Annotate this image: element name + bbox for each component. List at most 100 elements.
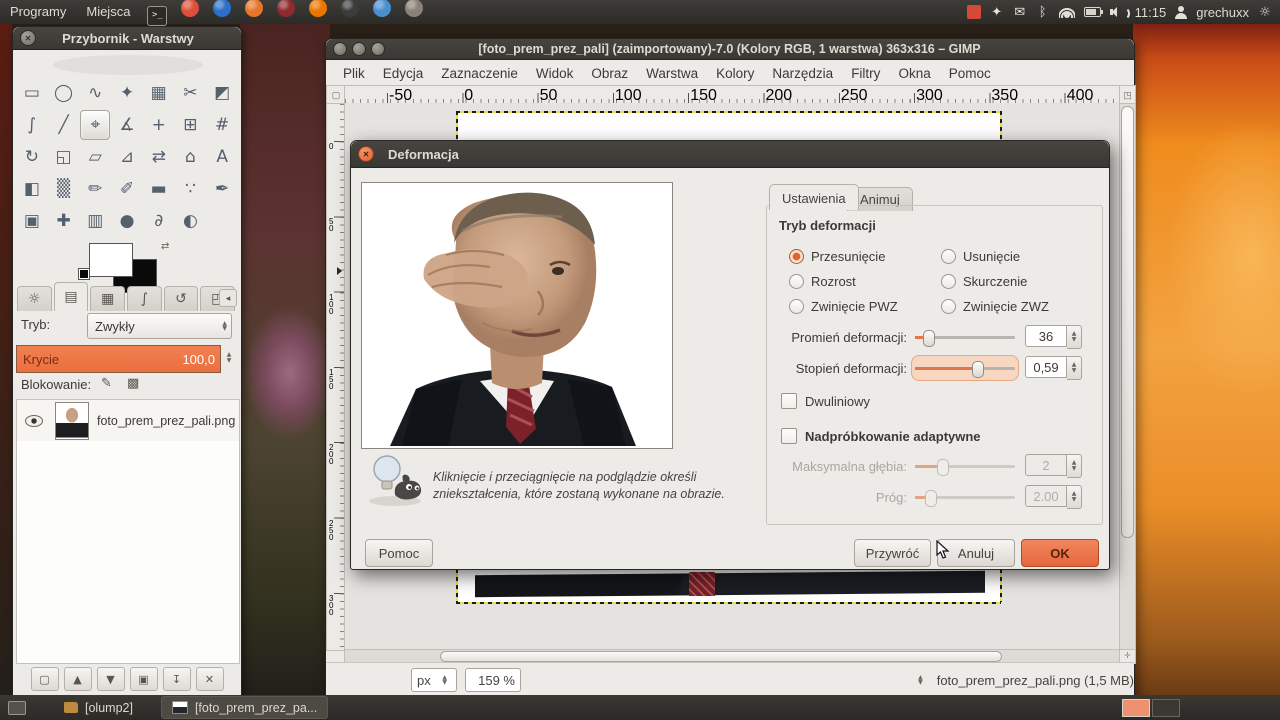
- scale-tool[interactable]: ◱: [49, 142, 79, 172]
- wifi-icon[interactable]: [1059, 7, 1075, 18]
- heal-tool[interactable]: ✚: [49, 206, 79, 236]
- close-icon[interactable]: ✕: [358, 146, 374, 162]
- bucket-fill-tool[interactable]: ◧: [17, 174, 47, 204]
- menubar-item[interactable]: Narzędzia: [763, 63, 842, 84]
- recording-indicator-icon[interactable]: [967, 5, 981, 19]
- layer-visibility-eye-icon[interactable]: [25, 415, 43, 427]
- maximize-icon[interactable]: [371, 42, 385, 56]
- fuzzy-select-tool[interactable]: ✦: [112, 78, 142, 108]
- slider-track[interactable]: [915, 359, 1015, 377]
- pencil-tool[interactable]: ✏: [80, 174, 110, 204]
- zoom-tool[interactable]: ⌖: [80, 110, 110, 140]
- anchor-layer-button[interactable]: ↧: [163, 667, 191, 691]
- menubar-item[interactable]: Widok: [527, 63, 583, 84]
- clone-tool[interactable]: ▣: [17, 206, 47, 236]
- username[interactable]: grechuxx: [1196, 5, 1249, 20]
- screen-recorder-icon[interactable]: [277, 0, 295, 17]
- radio-option[interactable]: Usunięcie: [941, 244, 1093, 269]
- flip-tool[interactable]: ⇄: [144, 142, 174, 172]
- ok-button[interactable]: OK: [1021, 539, 1099, 567]
- ruler-corner-button[interactable]: ▢: [326, 85, 346, 105]
- menu-miejsca[interactable]: Miejsca: [76, 4, 140, 19]
- tab-paths[interactable]: ∫: [127, 286, 162, 311]
- radio-option[interactable]: Przesunięcie: [789, 244, 941, 269]
- rectangle-select-tool[interactable]: ▭: [17, 78, 47, 108]
- color-picker-tool[interactable]: ╱: [49, 110, 79, 140]
- radio-option[interactable]: Skurczenie: [941, 269, 1093, 294]
- crop-tool[interactable]: #: [207, 110, 237, 140]
- layer-thumbnail[interactable]: [55, 402, 89, 440]
- tab-channels[interactable]: ▦: [90, 286, 125, 311]
- checkbox-row[interactable]: Nadpróbkowanie adaptywne: [781, 425, 981, 447]
- session-gear-icon[interactable]: ☼: [1258, 5, 1272, 20]
- new-layer-button[interactable]: ▢: [31, 667, 59, 691]
- slider-handle[interactable]: [972, 361, 984, 378]
- menubar-item[interactable]: Zaznaczenie: [432, 63, 527, 84]
- zoom-follow-window-icon[interactable]: ◳: [1119, 85, 1136, 105]
- move-tool[interactable]: +: [144, 110, 174, 140]
- radio-option[interactable]: Zwinięcie PWZ: [789, 294, 941, 319]
- terminal-icon[interactable]: >_: [147, 6, 167, 26]
- menubar-item[interactable]: Pomoc: [940, 63, 1000, 84]
- task-gimp-image[interactable]: [foto_prem_prez_pa...: [161, 696, 328, 719]
- slider-handle[interactable]: [923, 330, 935, 347]
- radio-option[interactable]: Zwinięcie ZWZ: [941, 294, 1093, 319]
- duplicate-layer-button[interactable]: ▣: [130, 667, 158, 691]
- menubar-item[interactable]: Kolory: [707, 63, 763, 84]
- clock[interactable]: 11:15: [1135, 5, 1167, 20]
- gimp-titlebar[interactable]: [foto_prem_prez_pali] (zaimportowany)-7.…: [326, 39, 1134, 60]
- workspace-switcher[interactable]: [1122, 699, 1180, 717]
- text-tool[interactable]: A: [207, 142, 237, 172]
- swap-colors-icon[interactable]: ⇄: [161, 241, 169, 252]
- dodge-burn-tool[interactable]: ◐: [176, 206, 206, 236]
- radio-icon[interactable]: [941, 299, 956, 314]
- vertical-scrollbar[interactable]: [1119, 103, 1136, 651]
- radio-icon[interactable]: [941, 274, 956, 289]
- radio-icon[interactable]: [941, 249, 956, 264]
- close-icon[interactable]: ✕: [20, 30, 36, 46]
- ink-tool[interactable]: ✒: [207, 174, 237, 204]
- thunderbird-icon[interactable]: [213, 0, 231, 17]
- show-desktop-icon[interactable]: [8, 701, 26, 715]
- tab-ustawienia[interactable]: Ustawienia: [769, 184, 859, 210]
- tab-undo-history[interactable]: ↺: [164, 286, 199, 311]
- indicator-icon[interactable]: ✦: [990, 5, 1004, 20]
- menubar-item[interactable]: Warstwa: [637, 63, 707, 84]
- foreground-color-swatch[interactable]: [89, 243, 133, 277]
- scissors-select-tool[interactable]: ✂: [176, 78, 206, 108]
- blur-sharpen-tool[interactable]: ●: [112, 206, 142, 236]
- lock-alpha-icon[interactable]: ▩: [127, 376, 139, 391]
- raise-layer-button[interactable]: ▲: [64, 667, 92, 691]
- gimp-icon[interactable]: [405, 0, 423, 17]
- task-olump2[interactable]: [olump2]: [54, 697, 143, 718]
- stepper-icon[interactable]: ▲▼: [1067, 325, 1082, 349]
- default-colors-icon[interactable]: [79, 269, 89, 279]
- reset-button[interactable]: Przywróć: [854, 539, 931, 567]
- layer-row[interactable]: foto_prem_prez_pali.png: [16, 399, 240, 443]
- radio-icon[interactable]: [789, 299, 804, 314]
- inkscape-icon[interactable]: [341, 0, 359, 17]
- menubar-item[interactable]: Edycja: [374, 63, 433, 84]
- rotate-tool[interactable]: ↻: [17, 142, 47, 172]
- paths-tool[interactable]: ∫: [17, 110, 47, 140]
- minimize-icon[interactable]: [352, 42, 366, 56]
- dock-collapse-icon[interactable]: ◂: [219, 289, 237, 307]
- toolbox-titlebar[interactable]: ✕ Przybornik - Warstwy: [13, 27, 241, 50]
- menu-programy[interactable]: Programy: [0, 4, 76, 19]
- airbrush-tool[interactable]: ∵: [176, 174, 206, 204]
- checkbox-icon[interactable]: [781, 393, 797, 409]
- help-button[interactable]: Pomoc: [365, 539, 433, 567]
- bluetooth-icon[interactable]: ᛒ: [1036, 5, 1050, 20]
- mail-icon[interactable]: ✉: [1013, 5, 1027, 20]
- close-icon[interactable]: [333, 42, 347, 56]
- slider-value[interactable]: 0,59: [1025, 356, 1067, 378]
- battery-icon[interactable]: [1084, 7, 1101, 17]
- align-tool[interactable]: ⊞: [176, 110, 206, 140]
- eraser-tool[interactable]: ▬: [144, 174, 174, 204]
- layer-mode-combo[interactable]: Zwykły ▲▼: [87, 313, 232, 339]
- layer-name[interactable]: foto_prem_prez_pali.png: [97, 414, 235, 428]
- checkbox-icon[interactable]: [781, 428, 797, 444]
- volume-icon[interactable]: [1110, 6, 1126, 18]
- zoom-entry[interactable]: 159 %: [465, 668, 521, 692]
- horizontal-scrollbar-thumb[interactable]: [440, 651, 1002, 662]
